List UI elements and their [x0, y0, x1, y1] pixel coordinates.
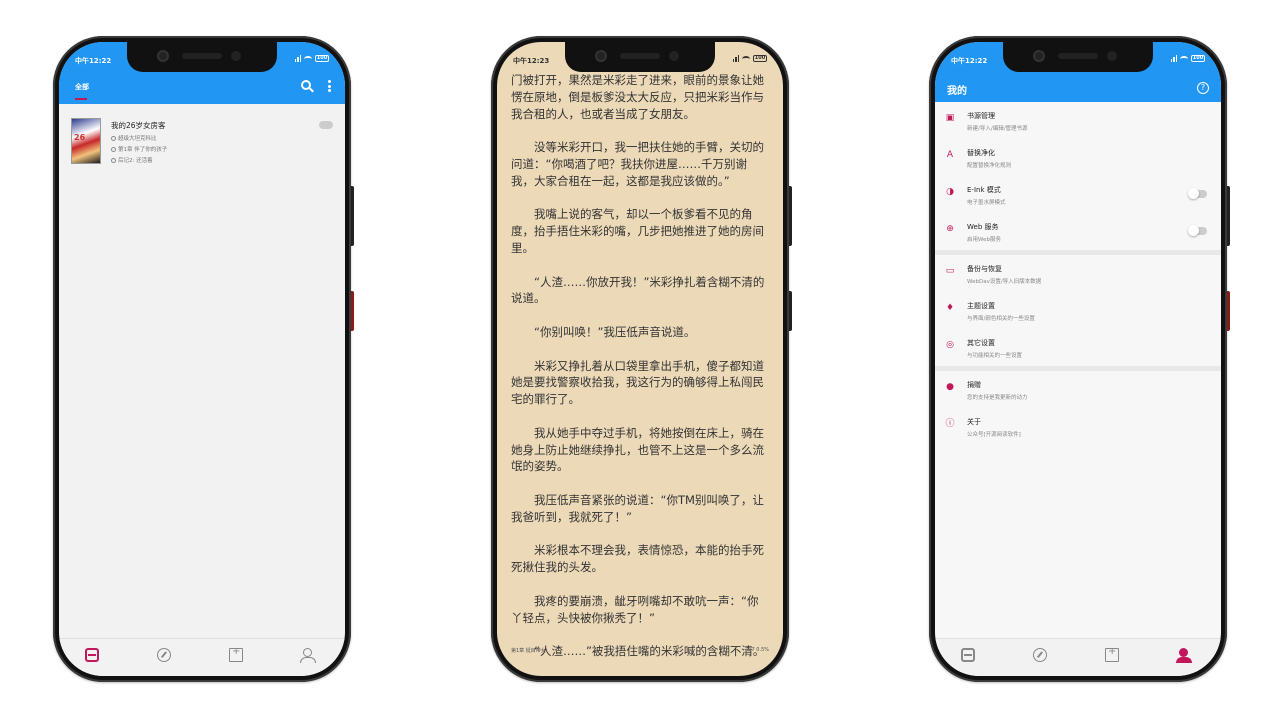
paragraph: “你别叫唤！”我压低声音说道。: [534, 324, 696, 339]
paragraph: 没等米彩开口，我一把扶住她的手臂，关切的问道：“你喝酒了吧？我扶你进屋……千万别…: [511, 140, 764, 188]
mine-screen: 中午12:22 100 我的 ? ▣ 书源管理 新建/导入/编辑/管理书源 A …: [935, 42, 1221, 676]
page-title: 我的: [947, 86, 967, 97]
settings-label: 捐赠: [967, 381, 981, 389]
notch: [1003, 42, 1153, 72]
settings-list: ▣ 书源管理 新建/导入/编辑/管理书源 A 替换净化 配置替换净化规则 ◑ E…: [935, 102, 1221, 445]
reading-progress: 3/7 0.5%: [746, 647, 769, 653]
settings-backup[interactable]: ▭ 备份与恢复 WebDav设置/导入旧版本数据: [935, 255, 1221, 292]
paragraph: 我从她手中夺过手机，将她按倒在床上，骑在她身上防止她继续挣扎，也管不上这是一个多…: [511, 425, 764, 474]
signal-icon: [732, 55, 739, 62]
signal-icon: [294, 55, 301, 62]
reader-screen[interactable]: 中午12:23 100 门被打开，果然是米彩走了进来，眼前的景象让她愣在原地，倒…: [497, 42, 783, 676]
settings-summary: 与界面/颜色相关的一些设置: [967, 316, 1035, 322]
book-author: 超级大坦克科比: [111, 134, 157, 142]
settings-summary: 启用Web服务: [967, 237, 1001, 243]
paragraph: 米彩根本不理会我，表情惊恐，本能的抬手死死揪住我的头发。: [511, 543, 764, 575]
paragraph: 我压低声音紧张的说道：“你TM别叫唤了，让我爸听到，我就死了！”: [511, 492, 764, 524]
settings-summary: 您的支持是我更新的动力: [967, 395, 1028, 401]
settings-other[interactable]: ◎ 其它设置 与功能相关的一些设置: [935, 329, 1221, 366]
reader-text: 门被打开，果然是米彩走了进来，眼前的景象让她愣在原地，倒是板爹没太大反应，只把米…: [511, 72, 769, 676]
donate-icon: ●: [946, 382, 954, 392]
paragraph: 米彩又挣扎着从口袋里拿出手机，傻子都知道她是要找警察收拾我，我这行为的确够得上私…: [511, 358, 764, 407]
bookmark-icon[interactable]: [229, 646, 243, 662]
bookshelf-screen: 中午12:22 100 全部 26 我的26岁女房客 超级大坦克科比 第1章 伴…: [59, 42, 345, 676]
phone-reader: 中午12:23 100 门被打开，果然是米彩走了进来，眼前的景象让她愣在原地，倒…: [491, 36, 792, 682]
settings-label: 书源管理: [967, 112, 995, 120]
bottom-nav: [59, 638, 345, 676]
phone-bookshelf: 中午12:22 100 全部 26 我的26岁女房客 超级大坦克科比 第1章 伴…: [53, 36, 354, 682]
settings-summary: 电子墨水屏模式: [967, 200, 1006, 206]
person-icon[interactable]: [1176, 648, 1192, 663]
bookshelf-icon[interactable]: [85, 648, 99, 662]
wifi-icon: [1180, 55, 1188, 62]
search-icon[interactable]: [301, 80, 311, 90]
phone-mine: 中午12:22 100 我的 ? ▣ 书源管理 新建/导入/编辑/管理书源 A …: [929, 36, 1230, 682]
status-time: 中午12:22: [75, 57, 112, 65]
wifi-icon: [742, 55, 750, 62]
status-time: 中午12:23: [513, 57, 550, 65]
status-time: 中午12:22: [951, 57, 988, 65]
settings-label: 关于: [967, 418, 981, 426]
bookmark-icon[interactable]: [1105, 646, 1119, 662]
eink-icon: ◑: [946, 187, 954, 197]
tab-all[interactable]: 全部: [75, 82, 89, 92]
settings-label: 主题设置: [967, 302, 995, 310]
notch: [565, 42, 715, 72]
folder-icon: ▭: [945, 266, 955, 276]
replace-icon: A: [946, 150, 954, 160]
settings-icon: ◎: [946, 340, 954, 350]
notch: [127, 42, 277, 72]
book-title: 我的26岁女房客: [111, 121, 166, 130]
book-latest-chapter: 第1章 伴了你的孩子: [111, 145, 167, 153]
paragraph: 我嘴上说的客气，却以一个板爹看不见的角度，抬手捂住米彩的嘴，几步把她推进了她的房…: [511, 207, 764, 255]
web-service-toggle[interactable]: [1188, 225, 1207, 236]
signal-icon: [1170, 55, 1177, 62]
wifi-icon: [304, 55, 312, 62]
battery-icon: 100: [315, 55, 329, 62]
more-icon[interactable]: [328, 80, 331, 92]
battery-icon: 100: [1191, 55, 1205, 62]
settings-label: 替换净化: [967, 149, 995, 157]
info-icon: ⓘ: [945, 419, 955, 429]
settings-summary: 公众号[开源阅读软件]: [967, 432, 1021, 438]
book-source-icon: ▣: [945, 113, 955, 123]
settings-about[interactable]: ⓘ 关于 公众号[开源阅读软件]: [935, 408, 1221, 445]
settings-label: 其它设置: [967, 339, 995, 347]
web-icon: ⊕: [946, 224, 954, 234]
settings-label: E-Ink 模式: [967, 186, 1001, 194]
settings-summary: 新建/导入/编辑/管理书源: [967, 126, 1028, 132]
settings-replace[interactable]: A 替换净化 配置替换净化规则: [935, 139, 1221, 176]
paragraph: 我疼的要崩溃，龇牙咧嘴却不敢吭一声：“你丫轻点，头快被你揪秃了！”: [511, 593, 759, 625]
bottom-nav: [935, 638, 1221, 676]
theme-icon: ♦: [945, 303, 955, 313]
settings-web-service[interactable]: ⊕ Web 服务 启用Web服务: [935, 213, 1221, 250]
help-icon[interactable]: ?: [1197, 82, 1209, 94]
compass-icon[interactable]: [1033, 648, 1047, 662]
settings-summary: WebDav设置/导入旧版本数据: [967, 279, 1042, 285]
compass-icon[interactable]: [157, 648, 171, 662]
unread-badge: [319, 121, 333, 129]
settings-donate[interactable]: ● 捐赠 您的支持是我更新的动力: [935, 371, 1221, 408]
book-read-chapter: 后记2: 还活着: [111, 156, 153, 164]
settings-eink[interactable]: ◑ E-Ink 模式 电子墨水屏模式: [935, 176, 1221, 213]
book-item[interactable]: 26 我的26岁女房客 超级大坦克科比 第1章 伴了你的孩子 后记2: 还活着: [59, 108, 345, 168]
settings-label: Web 服务: [967, 223, 999, 231]
reader-footer: 第1章 挺目带女 3/7 0.5%: [511, 647, 769, 654]
battery-icon: 100: [753, 55, 767, 62]
showcase: 中午12:22 100 全部 26 我的26岁女房客 超级大坦克科比 第1章 伴…: [0, 0, 1280, 720]
eink-toggle[interactable]: [1188, 188, 1207, 199]
settings-summary: 配置替换净化规则: [967, 163, 1012, 169]
settings-label: 备份与恢复: [967, 265, 1002, 273]
paragraph: “人渣……你放开我！”米彩挣扎着含糊不清的说道。: [511, 274, 765, 306]
chapter-title: 第1章 挺目带女: [511, 648, 546, 654]
settings-theme[interactable]: ♦ 主题设置 与界面/颜色相关的一些设置: [935, 292, 1221, 329]
tab-indicator: [75, 98, 87, 100]
book-cover: 26: [71, 118, 101, 164]
person-icon[interactable]: [300, 648, 316, 663]
paragraph: 门被打开，果然是米彩走了进来，眼前的景象让她愣在原地，倒是板爹没太大反应，只把米…: [511, 73, 764, 121]
settings-book-source[interactable]: ▣ 书源管理 新建/导入/编辑/管理书源: [935, 102, 1221, 139]
settings-summary: 与功能相关的一些设置: [967, 353, 1023, 359]
bookshelf-icon[interactable]: [961, 648, 975, 662]
